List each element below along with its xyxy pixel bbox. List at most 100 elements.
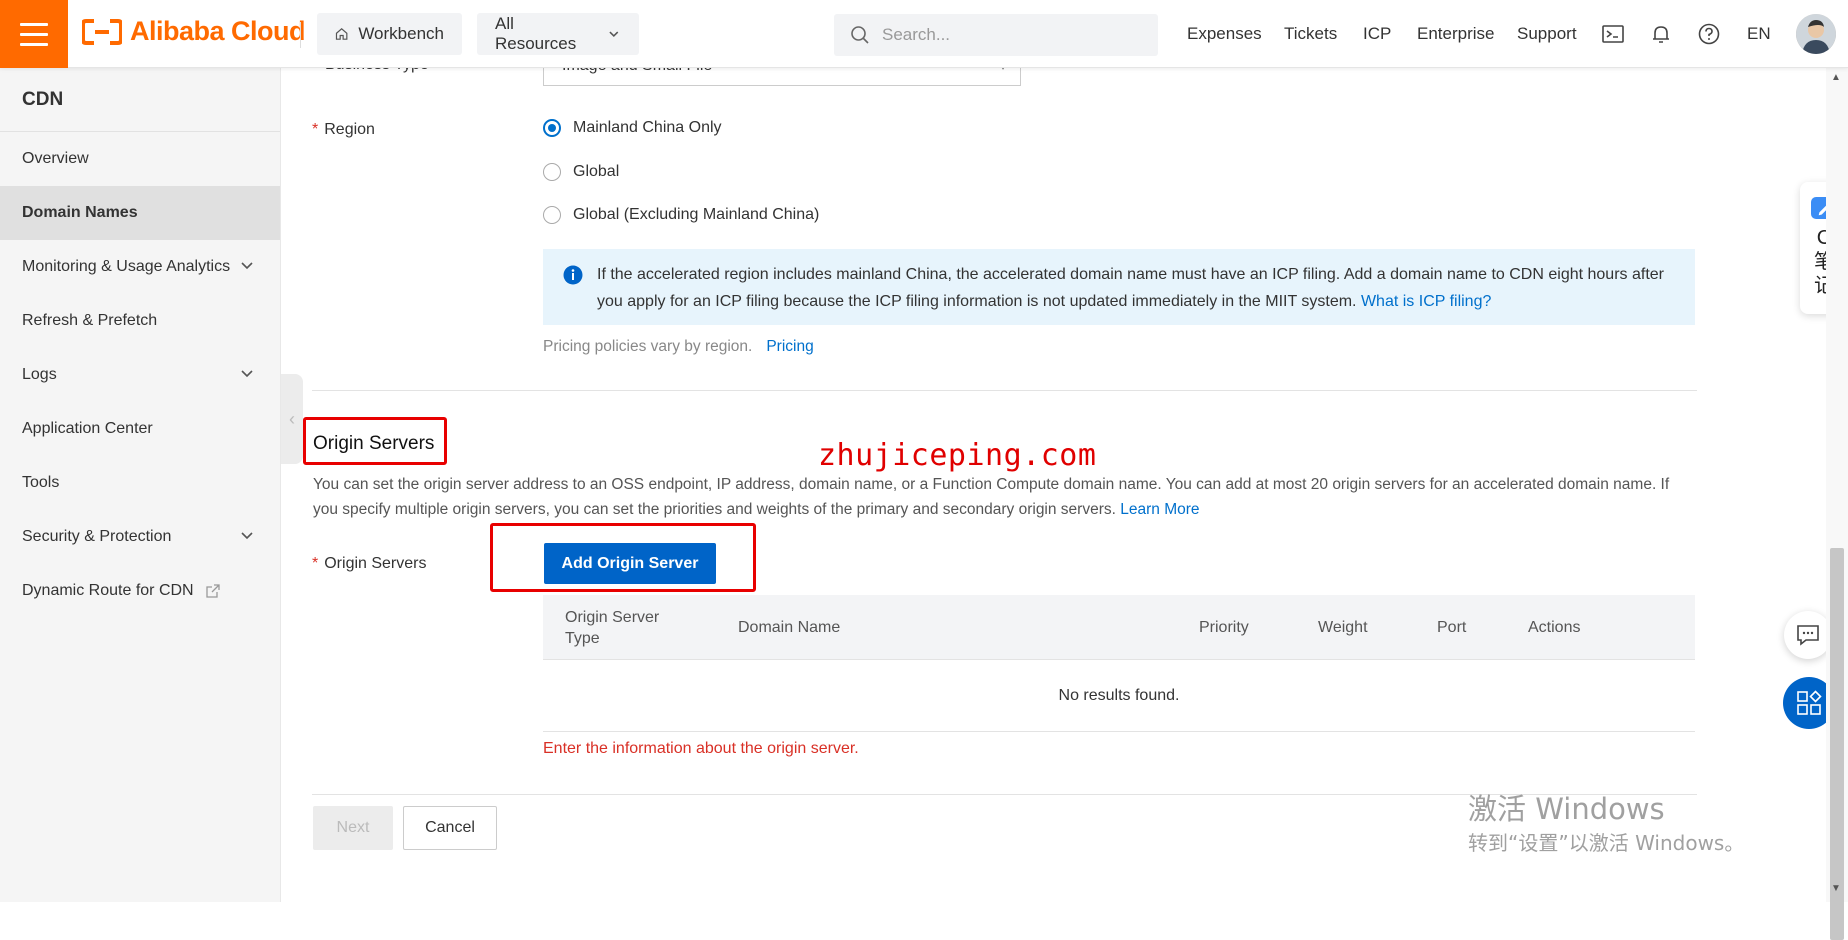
nav-tickets[interactable]: Tickets bbox=[1284, 0, 1337, 68]
icp-notice-text: If the accelerated region includes mainl… bbox=[597, 266, 1664, 310]
radio-checked-icon bbox=[543, 119, 561, 137]
menu-icon[interactable] bbox=[0, 0, 68, 68]
origin-description-text: You can set the origin server address to… bbox=[313, 476, 1670, 518]
origin-description: You can set the origin server address to… bbox=[313, 473, 1698, 522]
windows-activation-hint: 转到“设置”以激活 Windows。 bbox=[1468, 831, 1745, 855]
alibaba-cloud-logo-icon bbox=[82, 18, 122, 45]
nav-expenses[interactable]: Expenses bbox=[1187, 0, 1262, 68]
scroll-down-icon[interactable]: ▼ bbox=[1831, 883, 1841, 894]
sidebar-collapse-handle[interactable]: ‹ bbox=[281, 374, 303, 464]
radio-label: Global bbox=[573, 163, 620, 180]
sidebar-item-label: Security & Protection bbox=[22, 528, 172, 545]
section-title: Origin Servers bbox=[313, 433, 435, 454]
icp-notice: If the accelerated region includes mainl… bbox=[543, 249, 1695, 325]
add-origin-server-button[interactable]: Add Origin Server bbox=[544, 543, 716, 584]
column-header: Domain Name bbox=[738, 619, 841, 636]
radio-global[interactable]: Global bbox=[543, 163, 619, 181]
sidebar-item-monitoring[interactable]: Monitoring & Usage Analytics bbox=[0, 240, 280, 294]
sidebar-item-refresh-prefetch[interactable]: Refresh & Prefetch bbox=[0, 294, 280, 348]
pricing-link[interactable]: Pricing bbox=[766, 338, 813, 355]
home-icon bbox=[335, 28, 348, 40]
chevron-left-icon: ‹ bbox=[289, 408, 295, 429]
origin-servers-label: * Origin Servers bbox=[312, 555, 426, 573]
origin-table-header: Origin Server Type Domain Name Priority … bbox=[543, 595, 1695, 660]
workbench-label: Workbench bbox=[358, 24, 444, 43]
chat-button[interactable] bbox=[1784, 611, 1832, 659]
sidebar-item-application-center[interactable]: Application Center bbox=[0, 402, 280, 456]
radio-mainland-china-only[interactable]: Mainland China Only bbox=[543, 119, 722, 137]
table-empty-state: No results found. bbox=[543, 660, 1695, 732]
all-resources-dropdown[interactable]: All Resources bbox=[477, 13, 639, 55]
scrollbar-thumb[interactable] bbox=[1830, 548, 1844, 940]
radio-label: Global (Excluding Mainland China) bbox=[573, 206, 820, 223]
sidebar-title: CDN bbox=[0, 68, 280, 132]
sidebar-item-label: Overview bbox=[22, 150, 89, 167]
radio-global-excluding-mainland[interactable]: Global (Excluding Mainland China) bbox=[543, 206, 819, 224]
learn-more-link[interactable]: Learn More bbox=[1120, 501, 1199, 518]
workbench-button[interactable]: Workbench bbox=[317, 13, 462, 55]
nav-icp[interactable]: ICP bbox=[1363, 0, 1391, 68]
origin-servers-label-text: Origin Servers bbox=[324, 555, 427, 572]
nav-support[interactable]: Support bbox=[1517, 0, 1577, 68]
sidebar-item-label: Tools bbox=[22, 474, 60, 491]
avatar[interactable] bbox=[1796, 14, 1836, 54]
required-asterisk: * bbox=[312, 555, 319, 572]
search-icon bbox=[851, 26, 869, 44]
sidebar-item-security[interactable]: Security & Protection bbox=[0, 510, 280, 564]
sidebar-item-overview[interactable]: Overview bbox=[0, 132, 280, 186]
help-icon[interactable] bbox=[1697, 22, 1721, 46]
sidebar-item-domain-names[interactable]: Domain Names bbox=[0, 186, 280, 240]
sidebar-item-label: Monitoring & Usage Analytics bbox=[22, 258, 231, 275]
chevron-down-icon bbox=[241, 370, 253, 378]
main-content: Business Type Image and Small File▾ *Reg… bbox=[303, 48, 1823, 902]
column-header: Port bbox=[1437, 619, 1467, 636]
column-header: Weight bbox=[1318, 619, 1368, 636]
search-placeholder: Search... bbox=[882, 25, 951, 44]
sidebar-item-logs[interactable]: Logs bbox=[0, 348, 280, 402]
column-header: Actions bbox=[1528, 619, 1581, 636]
region-label: * Region bbox=[312, 121, 375, 139]
radio-unchecked-icon bbox=[543, 163, 561, 181]
sidebar-item-label: Refresh & Prefetch bbox=[22, 312, 158, 329]
sidebar-item-label: Dynamic Route for CDN bbox=[22, 582, 194, 599]
chat-icon bbox=[1797, 625, 1819, 646]
chevron-down-icon bbox=[241, 262, 253, 270]
radio-unchecked-icon bbox=[543, 206, 561, 224]
region-label-text: Region bbox=[324, 121, 375, 138]
apps-grid-icon bbox=[1797, 690, 1822, 715]
info-icon bbox=[563, 265, 583, 285]
bell-icon[interactable] bbox=[1649, 22, 1673, 46]
sidebar-item-dynamic-route[interactable]: Dynamic Route for CDN bbox=[0, 564, 280, 618]
top-navigation-bar: Alibaba Cloud Workbench All Resources Se… bbox=[0, 0, 1848, 68]
pricing-note: Pricing policies vary by region. Pricing bbox=[543, 338, 814, 356]
column-header: Priority bbox=[1199, 619, 1249, 636]
next-button[interactable]: Next bbox=[313, 806, 393, 850]
windows-activation-title: 激活 Windows bbox=[1468, 792, 1665, 826]
divider bbox=[312, 390, 1697, 391]
external-link-icon bbox=[205, 584, 220, 598]
sidebar-item-label: Domain Names bbox=[22, 204, 138, 221]
user-avatar-icon bbox=[1796, 14, 1836, 54]
site-watermark: zhujiceping.com bbox=[818, 438, 1097, 473]
language-switch[interactable]: EN bbox=[1747, 0, 1771, 68]
column-header: Origin Server Type bbox=[565, 608, 660, 647]
sidebar: CDN Overview Domain Names Monitoring & U… bbox=[0, 68, 281, 902]
terminal-icon[interactable] bbox=[1601, 22, 1625, 46]
divider bbox=[300, 22, 301, 48]
icp-filing-link[interactable]: What is ICP filing? bbox=[1361, 293, 1491, 310]
origin-error-message: Enter the information about the origin s… bbox=[543, 740, 859, 757]
pricing-text: Pricing policies vary by region. bbox=[543, 338, 753, 355]
search-input[interactable]: Search... bbox=[834, 14, 1158, 56]
all-resources-label: All Resources bbox=[495, 14, 577, 53]
sidebar-item-tools[interactable]: Tools bbox=[0, 456, 280, 510]
radio-label: Mainland China Only bbox=[573, 119, 722, 136]
required-asterisk: * bbox=[312, 121, 319, 138]
alibaba-cloud-logo[interactable]: Alibaba Cloud bbox=[82, 16, 306, 47]
scroll-up-icon[interactable]: ▲ bbox=[1831, 72, 1841, 83]
nav-enterprise[interactable]: Enterprise bbox=[1417, 0, 1494, 68]
cancel-button[interactable]: Cancel bbox=[403, 806, 497, 850]
sidebar-item-label: Application Center bbox=[22, 420, 153, 437]
logo-text: Alibaba Cloud bbox=[130, 16, 306, 46]
chevron-down-icon bbox=[241, 532, 253, 540]
page-scrollbar[interactable]: ▲ ▼ bbox=[1826, 68, 1848, 940]
